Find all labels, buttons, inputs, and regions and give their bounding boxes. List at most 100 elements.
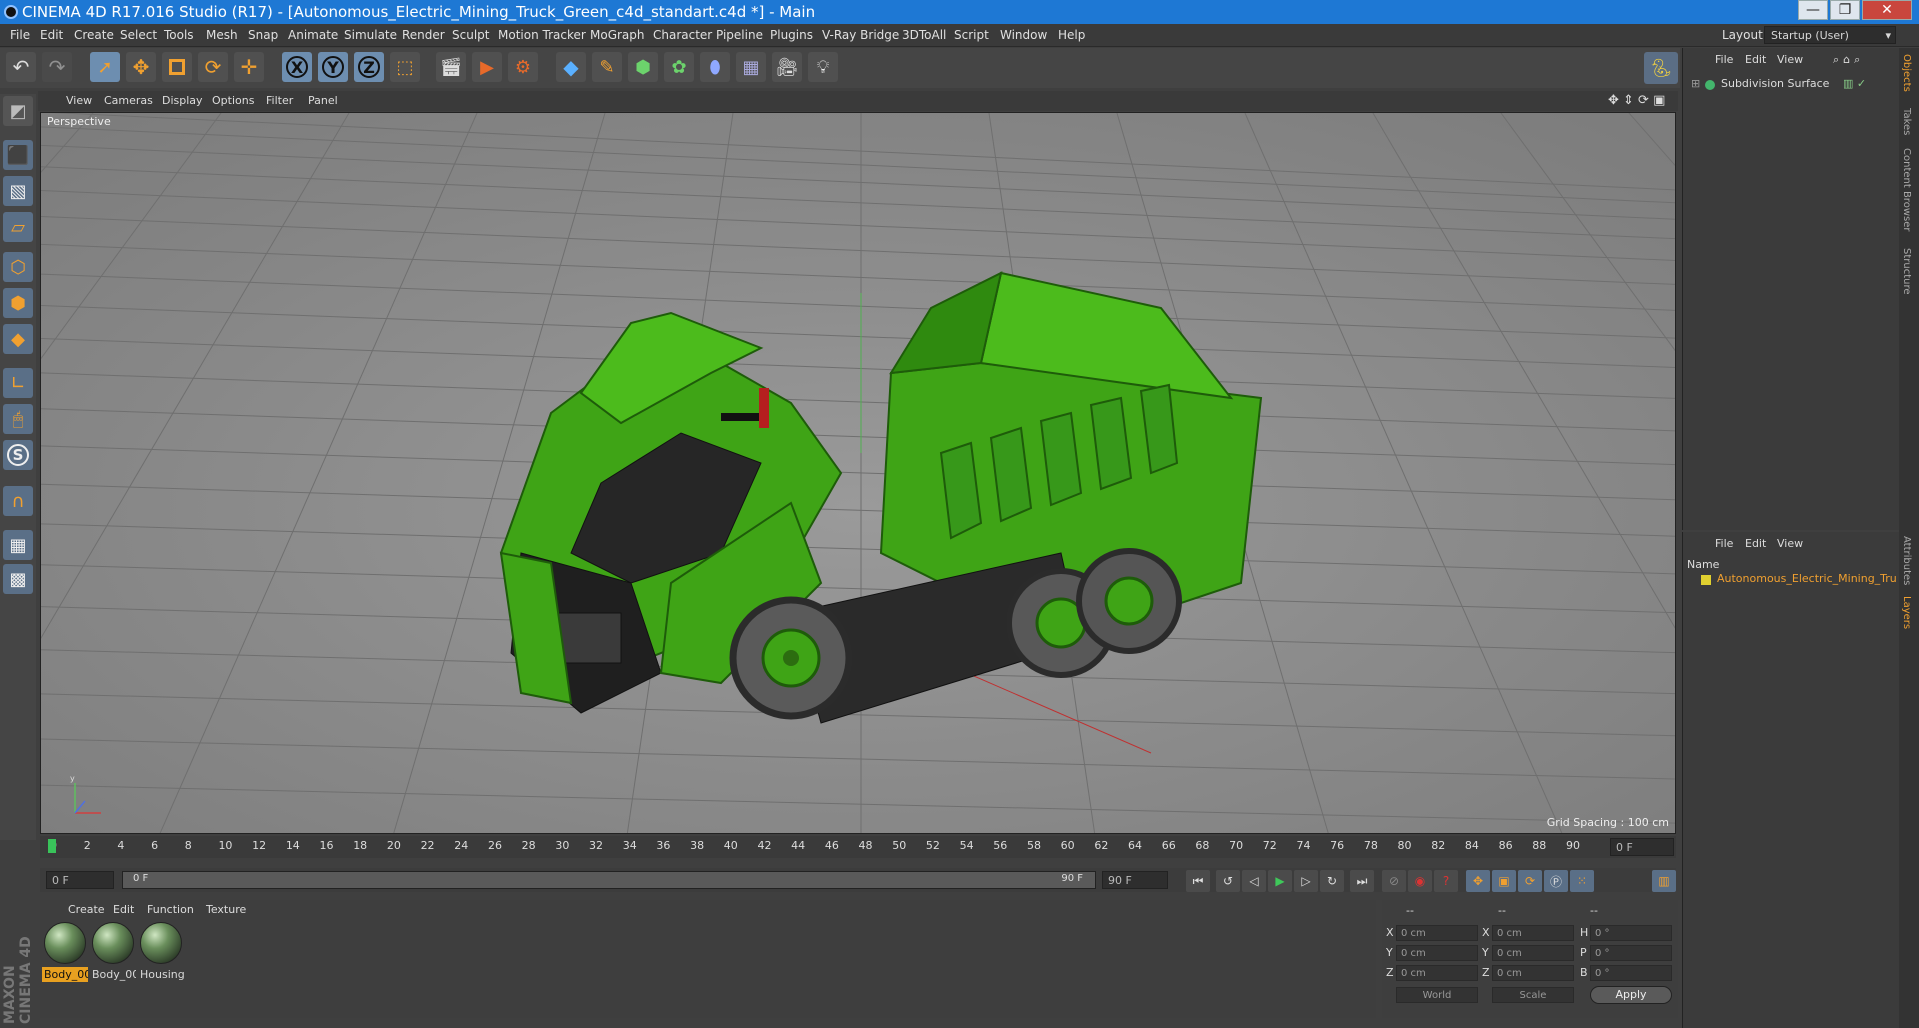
texture-mode-button[interactable]: ▧: [3, 176, 33, 206]
menu-mesh[interactable]: Mesh: [206, 28, 238, 42]
menu-motion-tracker[interactable]: Motion Tracker: [498, 28, 586, 42]
menu-3dtoall[interactable]: 3DToAll: [902, 28, 946, 42]
step-back-button[interactable]: ◁: [1242, 870, 1266, 892]
tab-layers[interactable]: Layers: [1901, 596, 1912, 629]
visibility-check-icon[interactable]: ▥ ✓: [1843, 77, 1866, 90]
size-y-field[interactable]: 0 cm: [1492, 945, 1574, 961]
material-swatch[interactable]: Body_00: [42, 922, 88, 982]
playhead[interactable]: [48, 839, 56, 853]
frame-range-slider[interactable]: 0 F 90 F: [122, 871, 1096, 889]
axis-mode-button[interactable]: ∟: [3, 368, 33, 398]
object-menu-file[interactable]: File: [1715, 53, 1733, 66]
parameter-track-button[interactable]: Ⓟ: [1544, 870, 1568, 892]
rotation-h-field[interactable]: 0 °: [1590, 925, 1672, 941]
viewport-menu-cameras[interactable]: Cameras: [104, 94, 153, 107]
viewport-menu-display[interactable]: Display: [162, 94, 203, 107]
magnet-button[interactable]: ∩: [3, 486, 33, 516]
rotate-tool-button[interactable]: ⟳: [198, 52, 228, 82]
menu-render[interactable]: Render: [402, 28, 445, 42]
end-frame-field[interactable]: 90 F: [1102, 871, 1168, 889]
polygons-mode-button[interactable]: ◆: [3, 324, 33, 354]
prev-key-button[interactable]: ↺: [1216, 870, 1240, 892]
material-menu-edit[interactable]: Edit: [113, 903, 134, 916]
live-select-button[interactable]: ✛: [234, 52, 264, 82]
viewport-nav-icons[interactable]: ✥ ⇕ ⟳ ▣: [1608, 93, 1665, 108]
layer-menu-edit[interactable]: Edit: [1745, 537, 1766, 550]
menu-select[interactable]: Select: [120, 28, 157, 42]
menu-file[interactable]: File: [10, 28, 30, 42]
object-menu-edit[interactable]: Edit: [1745, 53, 1766, 66]
tab-structure[interactable]: Structure: [1901, 248, 1912, 295]
position-y-field[interactable]: 0 cm: [1396, 945, 1478, 961]
x-axis-button[interactable]: X: [282, 52, 312, 82]
current-frame-field[interactable]: 0 F: [1610, 838, 1674, 856]
play-button[interactable]: ▶: [1268, 870, 1292, 892]
menu-simulate[interactable]: Simulate: [344, 28, 397, 42]
menu-help[interactable]: Help: [1058, 28, 1085, 42]
step-forward-button[interactable]: ▷: [1294, 870, 1318, 892]
viewport-menu-filter[interactable]: Filter: [266, 94, 293, 107]
tab-attributes[interactable]: Attributes: [1901, 536, 1912, 585]
next-key-button[interactable]: ↻: [1320, 870, 1344, 892]
deformer-button[interactable]: ⬮: [700, 52, 730, 82]
mograph-cloner-button[interactable]: ✿: [664, 52, 694, 82]
camera-button[interactable]: 🎥︎: [772, 52, 802, 82]
rotation-p-field[interactable]: 0 °: [1590, 945, 1672, 961]
edges-mode-button[interactable]: ⬢: [3, 288, 33, 318]
pen-spline-button[interactable]: ✎: [592, 52, 622, 82]
material-menu-texture[interactable]: Texture: [206, 903, 246, 916]
material-menu-function[interactable]: Function: [147, 903, 194, 916]
object-manager-toolbar-icons[interactable]: ⌕⌂⌕: [1833, 53, 1864, 67]
layout-dropdown[interactable]: Startup (User) ▾: [1764, 26, 1896, 44]
render-settings-button[interactable]: ⚙: [508, 52, 538, 82]
make-editable-button[interactable]: ◩: [3, 96, 33, 126]
menu-edit[interactable]: Edit: [40, 28, 63, 42]
menu-window[interactable]: Window: [1000, 28, 1047, 42]
menu-snap[interactable]: Snap: [248, 28, 278, 42]
scale-tool-button[interactable]: [162, 52, 192, 82]
undo-button[interactable]: ↶: [6, 52, 36, 82]
menu-tools[interactable]: Tools: [164, 28, 194, 42]
tweak-mode-button[interactable]: 🖱︎: [3, 404, 33, 434]
scale-track-button[interactable]: ▣: [1492, 870, 1516, 892]
timeline-window-button[interactable]: ▥: [1652, 870, 1676, 892]
coordinate-space-dropdown[interactable]: World: [1396, 987, 1478, 1003]
object-menu-view[interactable]: View: [1777, 53, 1803, 66]
menu-character[interactable]: Character: [653, 28, 712, 42]
tab-content-browser[interactable]: Content Browser: [1901, 148, 1912, 231]
z-axis-button[interactable]: Z: [354, 52, 384, 82]
subdivision-button[interactable]: ⬢: [628, 52, 658, 82]
layer-menu-view[interactable]: View: [1777, 537, 1803, 550]
start-frame-field[interactable]: 0 F: [46, 871, 114, 889]
mining-truck-model[interactable]: [461, 253, 1271, 773]
layer-row[interactable]: Autonomous_Electric_Mining_Truck: [1687, 572, 1897, 588]
autokey-button[interactable]: ◉: [1408, 870, 1432, 892]
position-z-field[interactable]: 0 cm: [1396, 965, 1478, 981]
viewport-menu-panel[interactable]: Panel: [308, 94, 338, 107]
material-swatch[interactable]: Body_00: [90, 922, 136, 982]
position-x-field[interactable]: 0 cm: [1396, 925, 1478, 941]
material-swatch[interactable]: Housing: [138, 922, 184, 982]
floor-button[interactable]: ▦: [736, 52, 766, 82]
planar-workplane-button[interactable]: ▩: [3, 564, 33, 594]
position-track-button[interactable]: ✥: [1466, 870, 1490, 892]
size-z-field[interactable]: 0 cm: [1492, 965, 1574, 981]
expand-icon[interactable]: ⊞: [1691, 77, 1700, 90]
keyframe-selection-button[interactable]: ?: [1434, 870, 1458, 892]
render-picture-viewer-button[interactable]: ▶: [472, 52, 502, 82]
timeline-ruler[interactable]: 0246810121416182022242628303234363840424…: [40, 836, 1676, 858]
menu-create[interactable]: Create: [74, 28, 114, 42]
lock-workplane-button[interactable]: ▦: [3, 530, 33, 560]
coordinate-system-button[interactable]: ⬚: [390, 52, 420, 82]
viewport-menu-options[interactable]: Options: [212, 94, 254, 107]
menu-mograph[interactable]: MoGraph: [590, 28, 645, 42]
go-to-end-button[interactable]: ⏭: [1350, 870, 1374, 892]
rotation-track-button[interactable]: ⟳: [1518, 870, 1542, 892]
menu-script[interactable]: Script: [954, 28, 989, 42]
menu-pipeline[interactable]: Pipeline: [716, 28, 763, 42]
snap-button[interactable]: S: [3, 440, 33, 470]
render-view-button[interactable]: 🎬︎: [436, 52, 466, 82]
points-mode-button[interactable]: ⬡: [3, 252, 33, 282]
material-menu-create[interactable]: Create: [68, 903, 105, 916]
record-keys-button[interactable]: ⊘: [1382, 870, 1406, 892]
